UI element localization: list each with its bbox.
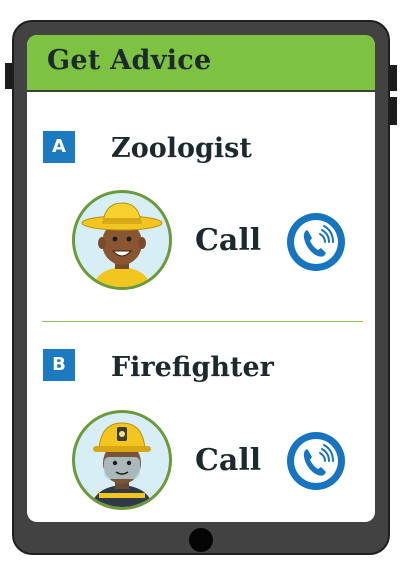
phone-ringing-icon xyxy=(294,439,338,483)
tablet-screen: Get Advice A Zoologist Call B Firefighte… xyxy=(27,35,375,522)
option-badge-b: B xyxy=(43,349,75,381)
page-title: Get Advice xyxy=(47,45,212,76)
expert-name-firefighter: Firefighter xyxy=(111,352,274,383)
section-divider xyxy=(42,321,363,322)
zoologist-avatar-icon xyxy=(72,190,172,290)
call-zoologist-button[interactable] xyxy=(287,213,345,271)
call-firefighter-button[interactable] xyxy=(287,432,345,490)
phone-ringing-icon xyxy=(294,220,338,264)
firefighter-avatar-icon xyxy=(72,410,172,510)
expert-name-zoologist: Zoologist xyxy=(111,133,252,164)
tablet-frame: Get Advice A Zoologist Call B Firefighte… xyxy=(12,20,390,555)
option-badge-a: A xyxy=(43,131,75,163)
call-label-zoologist: Call xyxy=(195,223,262,258)
call-label-firefighter: Call xyxy=(195,443,262,478)
header-bar: Get Advice xyxy=(27,35,375,92)
home-button[interactable] xyxy=(189,528,213,552)
